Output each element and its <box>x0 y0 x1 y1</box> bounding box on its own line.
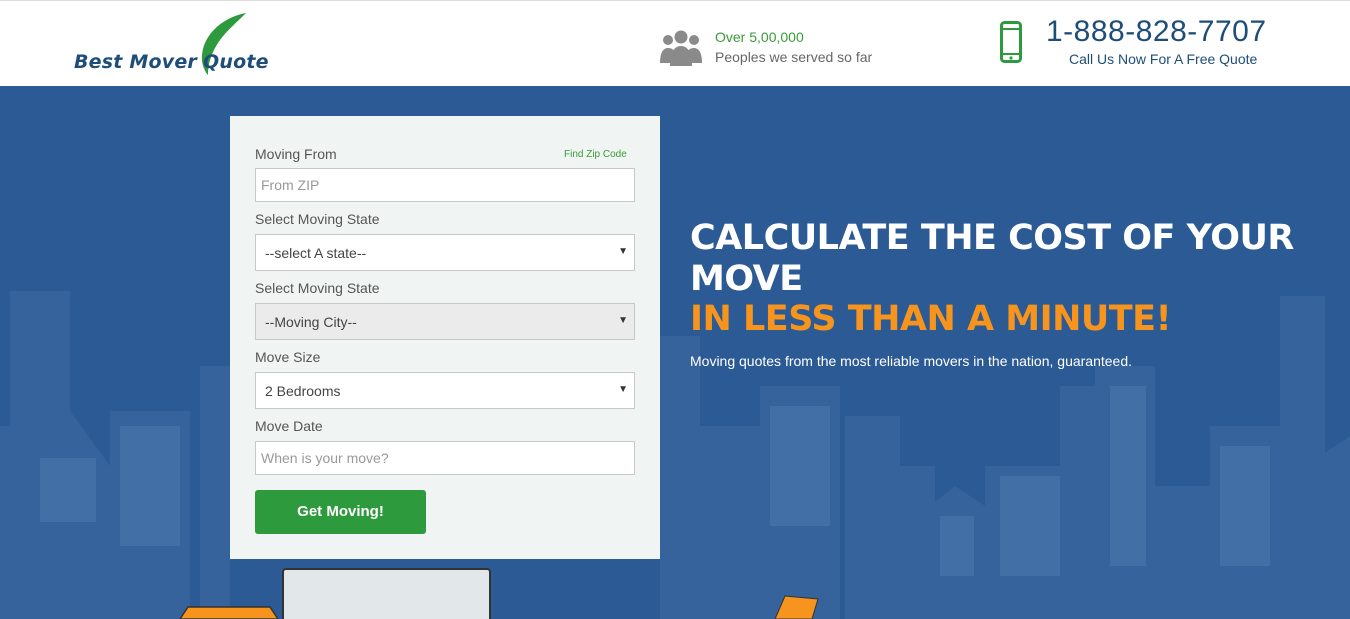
served-subtitle: Peoples we served so far <box>715 49 873 65</box>
mobile-phone-icon <box>1000 21 1022 63</box>
logo-text: Best Mover Quote <box>74 51 269 73</box>
moving-city-select[interactable]: --Moving City-- ▼ <box>255 303 635 340</box>
move-size-select[interactable]: 2 Bedrooms ▼ <box>255 372 635 409</box>
chevron-down-icon: ▼ <box>618 246 628 257</box>
served-count: Over 5,00,000 <box>715 29 804 45</box>
moving-city-value: --Moving City-- <box>265 314 357 330</box>
move-date-label: Move Date <box>255 418 323 434</box>
moving-state-value: --select A state-- <box>265 245 367 261</box>
move-size-label: Move Size <box>255 349 321 365</box>
logo[interactable]: Best Mover Quote <box>74 11 274 77</box>
chevron-down-icon: ▼ <box>618 384 628 395</box>
chevron-down-icon: ▼ <box>618 315 628 326</box>
from-zip-input[interactable] <box>255 168 635 202</box>
moving-state-label: Select Moving State <box>255 211 380 227</box>
served-counter: Over 5,00,000 Peoples we served so far <box>659 27 889 71</box>
moving-state-select[interactable]: --select A state-- ▼ <box>255 234 635 271</box>
moving-city-label: Select Moving State <box>255 280 380 296</box>
moving-from-label: Moving From <box>255 146 337 162</box>
site-header: Best Mover Quote Over 5,00,000 Peoples we… <box>0 0 1350 86</box>
get-moving-button[interactable]: Get Moving! <box>255 490 426 534</box>
find-zip-code-link[interactable]: Find Zip Code <box>564 149 627 160</box>
city-skyline-illustration <box>0 291 1350 619</box>
quote-form: Moving From Find Zip Code Select Moving … <box>230 116 660 559</box>
phone-cta: Call Us Now For A Free Quote <box>1069 51 1258 67</box>
move-size-value: 2 Bedrooms <box>265 383 341 399</box>
phone-block: 1-888-828-7707 Call Us Now For A Free Qu… <box>1000 15 1290 75</box>
move-date-input[interactable] <box>255 441 635 475</box>
hero-section: Moving From Find Zip Code Select Moving … <box>0 86 1350 619</box>
phone-number[interactable]: 1-888-828-7707 <box>1046 15 1267 49</box>
hero-subtitle: Moving quotes from the most reliable mov… <box>690 353 1133 369</box>
hero-title-highlight: IN LESS THAN A MINUTE! <box>690 299 1172 339</box>
hero-title: CALCULATE THE COST OF YOUR MOVE <box>690 218 1294 299</box>
people-group-icon <box>660 30 702 66</box>
